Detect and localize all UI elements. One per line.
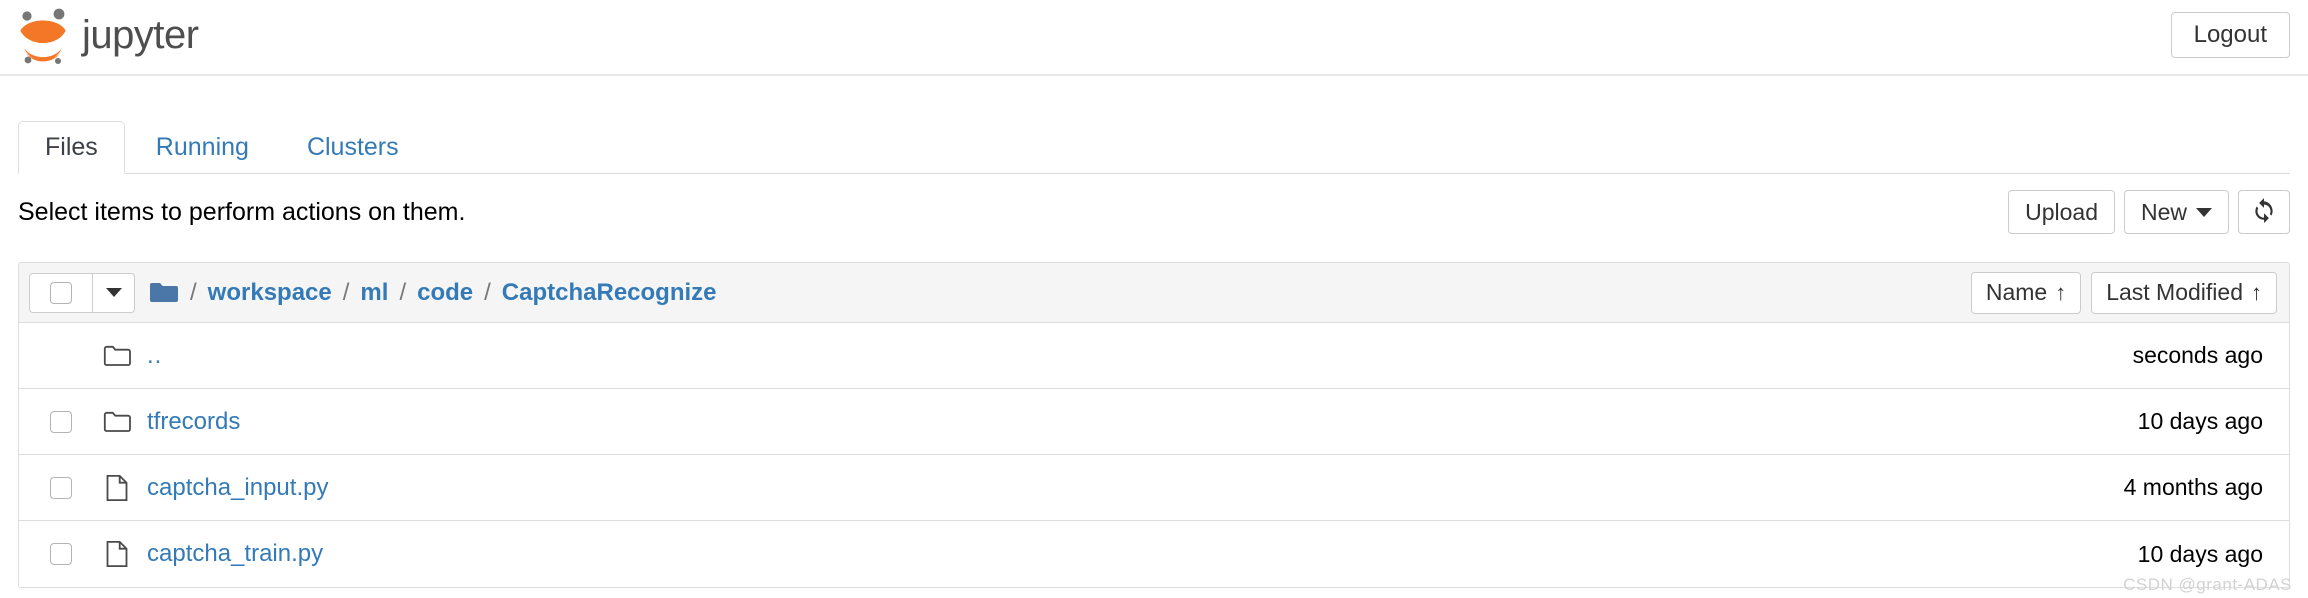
file-list-header: / workspace / ml / code / CaptchaRecogni… [19, 263, 2289, 323]
new-button[interactable]: New [2123, 190, 2229, 234]
brand[interactable]: jupyter [14, 4, 199, 70]
file-modified-time: 4 months ago [2123, 474, 2263, 500]
file-name-link[interactable]: .. [147, 342, 162, 370]
files-toolbar: Select items to perform actions on them.… [18, 174, 2290, 250]
file-modified-time: 10 days ago [2137, 540, 2263, 567]
sort-modified-label: Last Modified [2106, 279, 2243, 305]
row-checkbox[interactable] [29, 410, 93, 433]
select-all-checkbox[interactable] [29, 272, 93, 313]
toolbar-actions: Upload New [2008, 190, 2290, 234]
logout-button[interactable]: Logout [2170, 12, 2290, 58]
breadcrumb-item-ml[interactable]: ml [360, 279, 388, 307]
breadcrumb-item-workspace[interactable]: workspace [208, 279, 332, 307]
file-modified-time: seconds ago [2132, 342, 2263, 368]
checkbox-box [50, 410, 72, 433]
table-row[interactable]: captcha_input.py 4 months ago [19, 455, 2289, 521]
breadcrumb-item-captcharecognize[interactable]: CaptchaRecognize [502, 279, 717, 307]
sort-by-last-modified-button[interactable]: Last Modified ↑ [2091, 271, 2277, 314]
tab-files[interactable]: Files [18, 121, 125, 174]
file-name-link[interactable]: captcha_input.py [147, 474, 328, 502]
selection-hint-text: Select items to perform actions on them. [18, 197, 466, 226]
file-icon [93, 474, 141, 502]
chevron-down-icon [2196, 207, 2212, 217]
file-modified-time: 10 days ago [2137, 408, 2263, 434]
breadcrumb: / workspace / ml / code / CaptchaRecogni… [149, 279, 717, 307]
jupyter-logo-icon [14, 7, 72, 67]
refresh-button[interactable] [2238, 190, 2290, 234]
breadcrumb-separator: / [484, 278, 491, 306]
row-checkbox[interactable] [29, 476, 93, 499]
select-all-group [29, 272, 135, 313]
table-row[interactable]: captcha_train.py 10 days ago [19, 521, 2289, 587]
checkbox-box [50, 476, 72, 499]
file-icon [93, 540, 141, 568]
file-name-link[interactable]: tfrecords [147, 408, 240, 436]
tabs-container: Files Running Clusters [0, 120, 2308, 174]
file-name-link[interactable]: captcha_train.py [147, 540, 323, 568]
checkbox-box [50, 543, 72, 565]
breadcrumb-separator: / [399, 278, 407, 306]
select-all-dropdown-button[interactable] [93, 272, 135, 313]
tab-list: Files Running Clusters [18, 120, 2290, 174]
file-list: / workspace / ml / code / CaptchaRecogni… [18, 262, 2290, 588]
new-button-label: New [2140, 198, 2187, 225]
breadcrumb-separator: / [190, 278, 197, 306]
table-row[interactable]: tfrecords 10 days ago [19, 389, 2289, 455]
table-row[interactable]: .. seconds ago [19, 323, 2289, 389]
row-checkbox[interactable] [29, 543, 93, 565]
tab-clusters[interactable]: Clusters [280, 121, 426, 174]
upload-button[interactable]: Upload [2008, 190, 2115, 234]
folder-solid-icon[interactable] [149, 281, 179, 305]
breadcrumb-item-code[interactable]: code [417, 279, 473, 307]
breadcrumb-separator: / [342, 278, 350, 306]
arrow-up-icon: ↑ [2251, 279, 2262, 305]
app-header: jupyter Logout [0, 0, 2308, 76]
arrow-up-icon: ↑ [2055, 279, 2067, 305]
brand-text: jupyter [82, 13, 199, 57]
refresh-icon [2251, 197, 2277, 227]
sort-name-label: Name [1985, 279, 2048, 305]
chevron-down-icon [105, 288, 122, 297]
sort-by-name-button[interactable]: Name ↑ [1970, 271, 2082, 314]
folder-outline-icon [93, 344, 141, 368]
sort-controls: Name ↑ Last Modified ↑ [1970, 271, 2277, 314]
tab-running[interactable]: Running [129, 121, 276, 174]
checkbox-box [50, 281, 72, 304]
folder-outline-icon [93, 410, 141, 434]
